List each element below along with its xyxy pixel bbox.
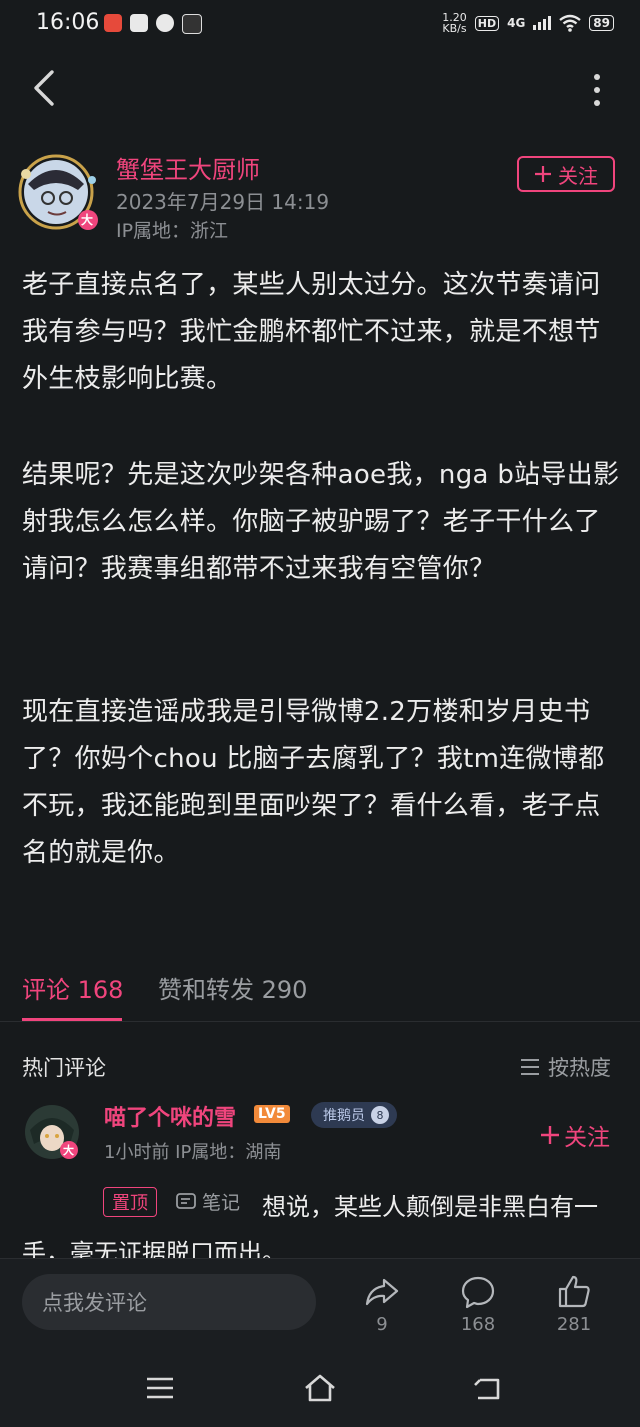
menu-icon	[147, 1377, 173, 1399]
notification-icons	[104, 14, 202, 34]
comment-button[interactable]: 168	[448, 1274, 508, 1335]
tab-likes-reposts[interactable]: 赞和转发 290	[158, 970, 307, 1005]
sort-lines-icon	[521, 1059, 539, 1075]
share-button[interactable]: 9	[352, 1274, 412, 1335]
commenter-avatar[interactable]: 大	[24, 1104, 80, 1160]
wifi-icon	[559, 14, 582, 32]
note-label: 笔记	[202, 1192, 241, 1214]
commenter-name[interactable]: 喵了个咪的雪	[104, 1100, 236, 1132]
sort-button[interactable]: 按热度	[520, 1052, 611, 1082]
post-paragraph: 老子直接点名了，某些人别太过分。这次节奏请问我有参与吗？我忙金鹏杯都忙不过来，就…	[22, 270, 601, 394]
share-count: 9	[376, 1314, 388, 1335]
hot-comments-title: 热门评论	[22, 1056, 106, 1080]
role-number: 8	[371, 1106, 389, 1124]
divider	[0, 1021, 640, 1022]
post-ip-location: IP属地：浙江	[116, 220, 229, 242]
status-bar: 16:06 1.20 KB/s HD 4G 89	[0, 0, 640, 50]
pinned-badge: 置顶	[103, 1187, 157, 1217]
follow-label: 关注	[558, 163, 598, 188]
map-pin-icon	[130, 14, 148, 32]
battery-indicator: 89	[589, 15, 614, 31]
sync-icon	[156, 14, 174, 32]
chevron-left-icon	[34, 70, 54, 106]
avatar-badge: 大	[63, 1144, 74, 1157]
signal-icon	[533, 16, 552, 30]
comment-meta: 1小时前 IP属地：湖南	[104, 1142, 282, 1163]
plus-icon	[541, 1126, 559, 1144]
screen-record-icon	[104, 14, 122, 32]
author-name[interactable]: 蟹堡王大厨师	[116, 150, 260, 185]
comment-count: 168	[460, 1314, 496, 1335]
back-button[interactable]	[26, 68, 66, 108]
like-button[interactable]: 281	[544, 1274, 604, 1335]
network-type: 4G	[507, 16, 526, 30]
author-avatar[interactable]: 大	[18, 154, 98, 234]
clock: 16:06	[36, 10, 100, 35]
comment-input[interactable]: 点我发评论	[22, 1274, 316, 1330]
net-speed: 1.20 KB/s	[442, 11, 467, 35]
share-icon	[365, 1278, 399, 1306]
sort-label: 按热度	[548, 1056, 611, 1080]
tiktok-icon	[182, 14, 202, 34]
follow-label: 关注	[564, 1125, 610, 1151]
avatar-badge: 大	[81, 213, 94, 227]
post-paragraph: 结果呢？先是这次吵架各种aoe我，nga b站导出影射我怎么怎么样。你脑子被驴踢…	[22, 460, 620, 584]
more-options-button[interactable]	[580, 70, 614, 110]
like-count: 281	[556, 1314, 592, 1335]
system-back-button[interactable]	[470, 1370, 506, 1406]
tab-comments[interactable]: 评论 168	[22, 970, 123, 1005]
role-badge: 推鹅员 8	[311, 1102, 397, 1128]
post-date: 2023年7月29日 14:19	[116, 190, 330, 214]
post-paragraph: 现在直接造谣成我是引导微博2.2万楼和岁月史书了？你妈个chou 比脑子去腐乳了…	[22, 697, 605, 868]
system-home-button[interactable]	[302, 1370, 338, 1406]
system-indicators: 1.20 KB/s HD 4G 89	[442, 12, 614, 34]
plus-icon	[535, 166, 551, 182]
hd-icon: HD	[474, 15, 500, 31]
system-menu-button[interactable]	[142, 1370, 178, 1406]
level-badge: LV5	[254, 1105, 290, 1123]
back-arrow-icon	[474, 1378, 500, 1400]
commenter-follow-button[interactable]: 关注	[540, 1118, 610, 1152]
follow-button[interactable]: 关注	[517, 156, 615, 192]
note-icon	[176, 1192, 196, 1209]
thumbs-up-icon	[558, 1275, 590, 1308]
home-icon	[305, 1374, 335, 1402]
note-tag: 笔记	[176, 1188, 240, 1215]
comment-bubble-icon	[461, 1276, 495, 1309]
role-label: 推鹅员	[323, 1108, 365, 1124]
